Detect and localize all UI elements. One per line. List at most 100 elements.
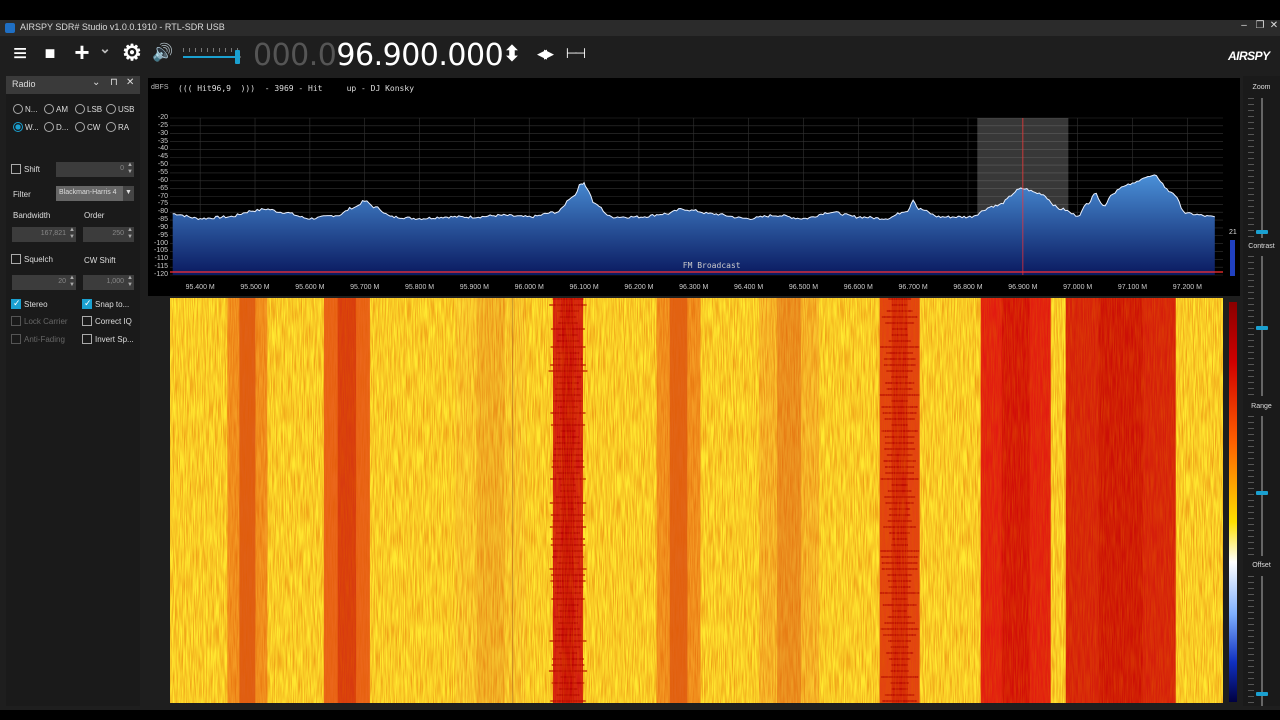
add-icon[interactable]: +	[70, 37, 94, 68]
mode-label: N...	[25, 104, 38, 114]
invert-spectrum-checkbox[interactable]: Invert Sp...	[82, 334, 134, 344]
close-icon[interactable]: ✕	[126, 77, 134, 88]
mode-am[interactable]: AM	[44, 104, 68, 114]
bandwidth-input[interactable]: 167,821 ▲ ▼	[12, 227, 76, 242]
x-tick-label: 96.800 M	[953, 284, 983, 291]
chevron-down-icon[interactable]: ⌄	[92, 77, 100, 88]
volume-slider[interactable]	[183, 48, 245, 64]
band-plan-label: FM Broadcast	[682, 261, 741, 270]
checkbox-box	[11, 164, 21, 174]
minimize-button[interactable]: –	[1236, 20, 1252, 31]
y-tick-label: -80	[157, 208, 168, 216]
spinner-icon[interactable]: ▲ ▼	[127, 227, 133, 241]
mode-raw[interactable]: RA	[106, 122, 129, 132]
x-tick-label: 97.200 M	[1172, 284, 1202, 291]
cw-shift-input[interactable]: 1,000 ▲ ▼	[83, 275, 134, 290]
waterfall-display[interactable]	[170, 298, 1223, 703]
title-bar: AIRSPY SDR# Studio v1.0.0.1910 - RTL-SDR…	[0, 20, 1280, 36]
snap-to-grid-checkbox[interactable]: Snap to...	[82, 298, 130, 309]
stereo-label: Stereo	[24, 299, 48, 309]
correct-iq-checkbox[interactable]: Correct IQ	[82, 316, 132, 326]
x-tick-label: 95.600 M	[295, 284, 325, 291]
radio-panel-header[interactable]: Radio ⌄ ⊓ ✕	[6, 76, 140, 94]
radio-dot-selected	[13, 122, 23, 132]
contrast-ticks	[1248, 256, 1254, 396]
mode-wfm[interactable]: W...	[13, 122, 39, 132]
range-slider-thumb[interactable]	[1256, 491, 1268, 495]
stereo-checkbox[interactable]: Stereo	[11, 298, 48, 309]
anti-fading-label: Anti-Fading	[24, 334, 65, 344]
x-tick-label: 96.000 M	[514, 284, 544, 291]
mode-usb[interactable]: USB	[106, 104, 134, 114]
lock-carrier-label: Lock Carrier	[24, 316, 68, 326]
y-tick-label: -85	[157, 216, 168, 224]
filter-value: Blackman-Harris 4	[59, 189, 117, 196]
squelch-input[interactable]: 20 ▲ ▼	[12, 275, 76, 290]
shift-checkbox[interactable]: Shift	[11, 164, 40, 174]
y-tick-label: -95	[157, 231, 168, 239]
menu-icon[interactable]: ≡	[8, 40, 32, 68]
y-tick-label: -65	[157, 184, 168, 192]
y-tick-label: -45	[157, 153, 168, 161]
speaker-icon[interactable]: 🔊	[150, 43, 176, 63]
radio-dot	[44, 104, 54, 114]
contrast-slider-thumb[interactable]	[1256, 326, 1268, 330]
step-updown-icon[interactable]: ⬍	[500, 42, 524, 67]
frequency-digits: 96.900.000	[336, 38, 504, 73]
snap-label: Snap to...	[95, 299, 130, 309]
x-tick-label: 97.000 M	[1063, 284, 1093, 291]
mode-cw[interactable]: CW	[75, 122, 100, 132]
span-icon[interactable]: ⊢⊣	[562, 46, 586, 62]
spinner-icon[interactable]: ▲ ▼	[69, 227, 75, 241]
filter-select[interactable]: Blackman-Harris 4 ▼	[56, 186, 134, 201]
chevron-down-icon[interactable]: ▼	[123, 186, 134, 201]
spinner-icon[interactable]: ▲ ▼	[69, 275, 75, 289]
radio-dot	[13, 104, 23, 114]
anti-fading-checkbox[interactable]: Anti-Fading	[11, 334, 65, 344]
y-tick-label: -110	[154, 255, 169, 263]
squelch-checkbox[interactable]: Squelch	[11, 254, 53, 264]
stop-icon[interactable]: ■	[40, 43, 60, 64]
volume-thumb[interactable]	[234, 50, 240, 64]
tune-leftright-icon[interactable]: ◀▶	[530, 47, 558, 62]
zoom-slider-thumb[interactable]	[1256, 230, 1268, 234]
mode-nfm[interactable]: N...	[13, 104, 37, 114]
y-tick-label: -100	[153, 239, 168, 247]
chevron-down-icon[interactable]: ⌄	[98, 40, 112, 57]
x-tick-label: 95.400 M	[185, 284, 215, 291]
mode-dsb[interactable]: D...	[44, 122, 68, 132]
order-value: 250	[112, 230, 124, 237]
mode-label: USB	[118, 104, 135, 114]
y-tick-label: -50	[157, 161, 168, 169]
shift-input[interactable]: 0 ▲ ▼	[56, 162, 134, 177]
frequency-display[interactable]: 000.096.900.000	[253, 38, 504, 73]
offset-slider-thumb[interactable]	[1256, 692, 1268, 696]
spectrum-analyzer[interactable]: dBFS ((( Hit96,9 ))) - 3969 - Hit up - D…	[148, 78, 1240, 296]
offset-track[interactable]	[1261, 576, 1263, 706]
order-input[interactable]: 250 ▲ ▼	[83, 227, 134, 242]
y-tick-label: -90	[157, 223, 168, 231]
x-tick-label: 96.400 M	[734, 284, 764, 291]
gear-icon[interactable]: ⚙	[120, 40, 144, 66]
dbfs-label: dBFS	[151, 84, 169, 91]
zoom-track[interactable]	[1261, 98, 1263, 238]
zoom-panel: Zoom Contrast Range Offset	[1243, 76, 1280, 706]
y-tick-label: -105	[153, 247, 168, 255]
volume-ticks	[183, 48, 241, 52]
y-tick-label: -70	[157, 192, 168, 200]
pin-icon[interactable]: ⊓	[110, 77, 118, 88]
close-button[interactable]: ✕	[1266, 20, 1280, 31]
invert-spectrum-label: Invert Sp...	[95, 334, 134, 344]
radio-panel-title: Radio	[12, 79, 36, 89]
mode-lsb[interactable]: LSB	[75, 104, 102, 114]
checkbox-box-checked	[82, 298, 92, 309]
range-track[interactable]	[1261, 416, 1263, 556]
lock-carrier-checkbox[interactable]: Lock Carrier	[11, 316, 68, 326]
offset-label: Offset	[1252, 562, 1271, 569]
waterfall-plot	[170, 298, 1223, 703]
bandwidth-label: Bandwidth	[13, 211, 51, 220]
mode-label: CW	[87, 122, 101, 132]
rds-station-text: ((( Hit96,9 ))) - 3969 - Hit up - DJ Kon…	[178, 84, 415, 93]
spinner-icon[interactable]: ▲ ▼	[127, 162, 133, 176]
spinner-icon[interactable]: ▲ ▼	[127, 275, 133, 289]
